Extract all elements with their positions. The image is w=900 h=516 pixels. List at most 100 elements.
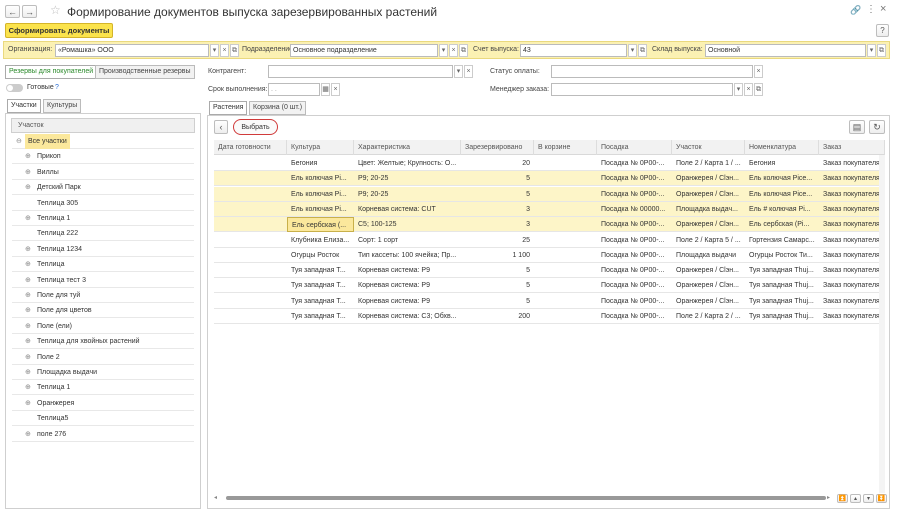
contractor-dropdown-icon[interactable]: ▾ xyxy=(454,65,463,78)
calendar-icon[interactable]: ▦ xyxy=(321,83,330,96)
scroll-bottom-button[interactable]: ⏬ xyxy=(876,494,887,503)
expand-icon[interactable]: ⊕ xyxy=(25,350,31,365)
pay-status-field[interactable] xyxy=(551,65,753,78)
manager-dropdown-icon[interactable]: ▾ xyxy=(734,83,743,96)
invoice-open-icon[interactable]: ⧉ xyxy=(638,44,647,57)
forward-button[interactable]: → xyxy=(22,5,37,18)
create-documents-button[interactable]: Сформировать документы xyxy=(5,23,113,38)
tab-production-reserves[interactable]: Производственные резервы xyxy=(95,65,195,79)
scroll-up-button[interactable]: ▴ xyxy=(850,494,861,503)
expand-icon[interactable]: ⊕ xyxy=(25,427,31,442)
expand-icon[interactable]: ⊕ xyxy=(25,396,31,411)
tree-item[interactable]: ⊕ Поле для цветов xyxy=(12,303,194,319)
invoice-dropdown-icon[interactable]: ▾ xyxy=(628,44,637,57)
close-icon[interactable]: × xyxy=(880,3,886,15)
tree-item[interactable]: ⊕ Теплица 1 xyxy=(12,380,194,396)
tree-item[interactable]: ⊖ Все участки xyxy=(12,134,194,149)
warehouse-open-icon[interactable]: ⧉ xyxy=(877,44,886,57)
expand-icon[interactable]: ⊕ xyxy=(25,288,31,303)
table-row[interactable]: Туя западная Т... Корневая система: Р9 5 По… xyxy=(214,263,885,279)
table-row[interactable]: Ель колючая Рі... Р9; 20-25 5 Посадка № 0Р0… xyxy=(214,171,885,187)
table-row[interactable]: Огурцы Росток Тип кассеты: 100 ячейка; Пр… xyxy=(214,248,885,263)
org-dropdown-icon[interactable]: ▾ xyxy=(210,44,219,57)
expand-icon[interactable]: ⊕ xyxy=(25,257,31,272)
tree-item[interactable]: ⊕ Теплица 1 xyxy=(12,211,194,226)
dept-field[interactable]: Основное подразделение xyxy=(290,44,438,57)
help-button[interactable]: ? xyxy=(876,24,889,37)
tree-item[interactable]: Теплица 222 xyxy=(12,226,194,242)
pay-status-clear-icon[interactable]: × xyxy=(754,65,763,78)
invoice-field[interactable]: 43 xyxy=(520,44,627,57)
table-row[interactable]: Туя западная Т... Корневая система: Р9 5 По… xyxy=(214,278,885,294)
manager-field[interactable] xyxy=(551,83,733,96)
tree-item[interactable]: ⊕ Теплица xyxy=(12,257,194,273)
expand-icon[interactable]: ⊕ xyxy=(25,180,31,195)
vertical-scrollbar[interactable] xyxy=(879,155,885,493)
expand-icon[interactable]: ⊕ xyxy=(25,211,31,226)
expand-icon[interactable]: ⊕ xyxy=(25,165,31,180)
table-row[interactable]: Ель колючая Рі... Корневая система: CUT 3 П… xyxy=(214,201,885,217)
contractor-field[interactable] xyxy=(268,65,453,78)
tree-item[interactable]: ⊕ поле 276 xyxy=(12,427,194,442)
dept-open-icon[interactable]: ⧉ xyxy=(459,44,468,57)
tree-item[interactable]: ⊕ Поле для туй xyxy=(12,288,194,303)
org-clear-icon[interactable]: × xyxy=(220,44,229,57)
contractor-clear-icon[interactable]: × xyxy=(464,65,473,78)
table-row[interactable]: Бегония Цвет: Желтые; Крупность: О... 20 По… xyxy=(214,156,885,171)
table-row[interactable]: Ель сербская (... С5; 100-125 3 Посадка № 0… xyxy=(214,217,885,233)
table-row[interactable]: Ель колючая Рі... Р9; 20-25 5 Посадка № 0Р0… xyxy=(214,186,885,202)
tree-item[interactable]: ⊕ Прикоп xyxy=(12,149,194,165)
favorite-star-icon[interactable]: ☆ xyxy=(50,3,61,17)
tab-plants[interactable]: Растения xyxy=(209,101,248,115)
collapse-icon[interactable]: ⊖ xyxy=(16,134,22,149)
org-field[interactable]: «Ромашка» ООО xyxy=(55,44,209,57)
select-button[interactable]: Выбрать xyxy=(233,119,278,135)
manager-clear-icon[interactable]: × xyxy=(744,83,753,96)
column-header[interactable]: Культура xyxy=(287,140,354,155)
column-header[interactable]: В корзине xyxy=(534,140,597,155)
column-header[interactable]: Заказ xyxy=(819,140,885,155)
scroll-down-button[interactable]: ▾ xyxy=(863,494,874,503)
warehouse-dropdown-icon[interactable]: ▾ xyxy=(867,44,876,57)
tab-cart[interactable]: Корзина (0 шт.) xyxy=(249,101,307,115)
expand-icon[interactable]: ⊕ xyxy=(25,365,31,380)
tab-customer-reserves[interactable]: Резервы для покупателей xyxy=(5,65,98,79)
dept-dropdown-icon[interactable]: ▾ xyxy=(439,44,448,57)
column-header[interactable]: Посадка xyxy=(597,140,672,155)
refresh-button[interactable]: ↻ xyxy=(869,120,885,134)
link-icon[interactable]: 🔗 xyxy=(850,5,861,16)
expand-icon[interactable]: ⊕ xyxy=(25,303,31,318)
tree-item[interactable]: ⊕ Площадка выдачи xyxy=(12,365,194,380)
tree-item[interactable]: ⊕ Виллы xyxy=(12,165,194,180)
tree-item[interactable]: ⊕ Теплица 1234 xyxy=(12,242,194,257)
settings-button[interactable]: ▤ xyxy=(849,120,865,134)
tree-item[interactable]: ⊕ Теплица тест 3 xyxy=(12,273,194,288)
column-header[interactable]: Характеристика xyxy=(354,140,461,155)
expand-icon[interactable]: ⊕ xyxy=(25,319,31,334)
tree-item[interactable]: Теплица 305 xyxy=(12,196,194,211)
deadline-field[interactable]: . . xyxy=(268,83,320,96)
tree-item[interactable]: ⊕ Оранжерея xyxy=(12,396,194,411)
tree-item[interactable]: ⊕ Поле 2 xyxy=(12,350,194,365)
warehouse-field[interactable]: Основной xyxy=(705,44,866,57)
tree-item[interactable]: Теплица5 xyxy=(12,411,194,427)
org-open-icon[interactable]: ⧉ xyxy=(230,44,239,57)
dept-clear-icon[interactable]: × xyxy=(449,44,458,57)
tree-item[interactable]: ⊕ Теплица для хвойных растений xyxy=(12,334,194,350)
tab-plots[interactable]: Участки xyxy=(7,99,41,113)
back-button[interactable]: ← xyxy=(5,5,20,18)
collapse-button[interactable]: ‹ xyxy=(214,120,228,134)
column-header[interactable]: Зарезервировано xyxy=(461,140,534,155)
manager-open-icon[interactable]: ⧉ xyxy=(754,83,763,96)
column-header[interactable]: Участок xyxy=(672,140,745,155)
table-row[interactable]: Туя западная Т... Корневая система: Р9 5 По… xyxy=(214,294,885,309)
deadline-clear-icon[interactable]: × xyxy=(331,83,340,96)
expand-icon[interactable]: ⊕ xyxy=(25,380,31,395)
tree-item[interactable]: ⊕ Поле (ели) xyxy=(12,319,194,334)
table-row[interactable]: Клубника Елиза... Сорт: 1 сорт 25 Посадка №… xyxy=(214,233,885,248)
expand-icon[interactable]: ⊕ xyxy=(25,242,31,257)
column-header[interactable]: Дата готовности xyxy=(214,140,287,155)
expand-icon[interactable]: ⊕ xyxy=(25,273,31,288)
scroll-top-button[interactable]: ⏫ xyxy=(837,494,848,503)
more-icon[interactable]: ⋮ xyxy=(866,4,876,15)
